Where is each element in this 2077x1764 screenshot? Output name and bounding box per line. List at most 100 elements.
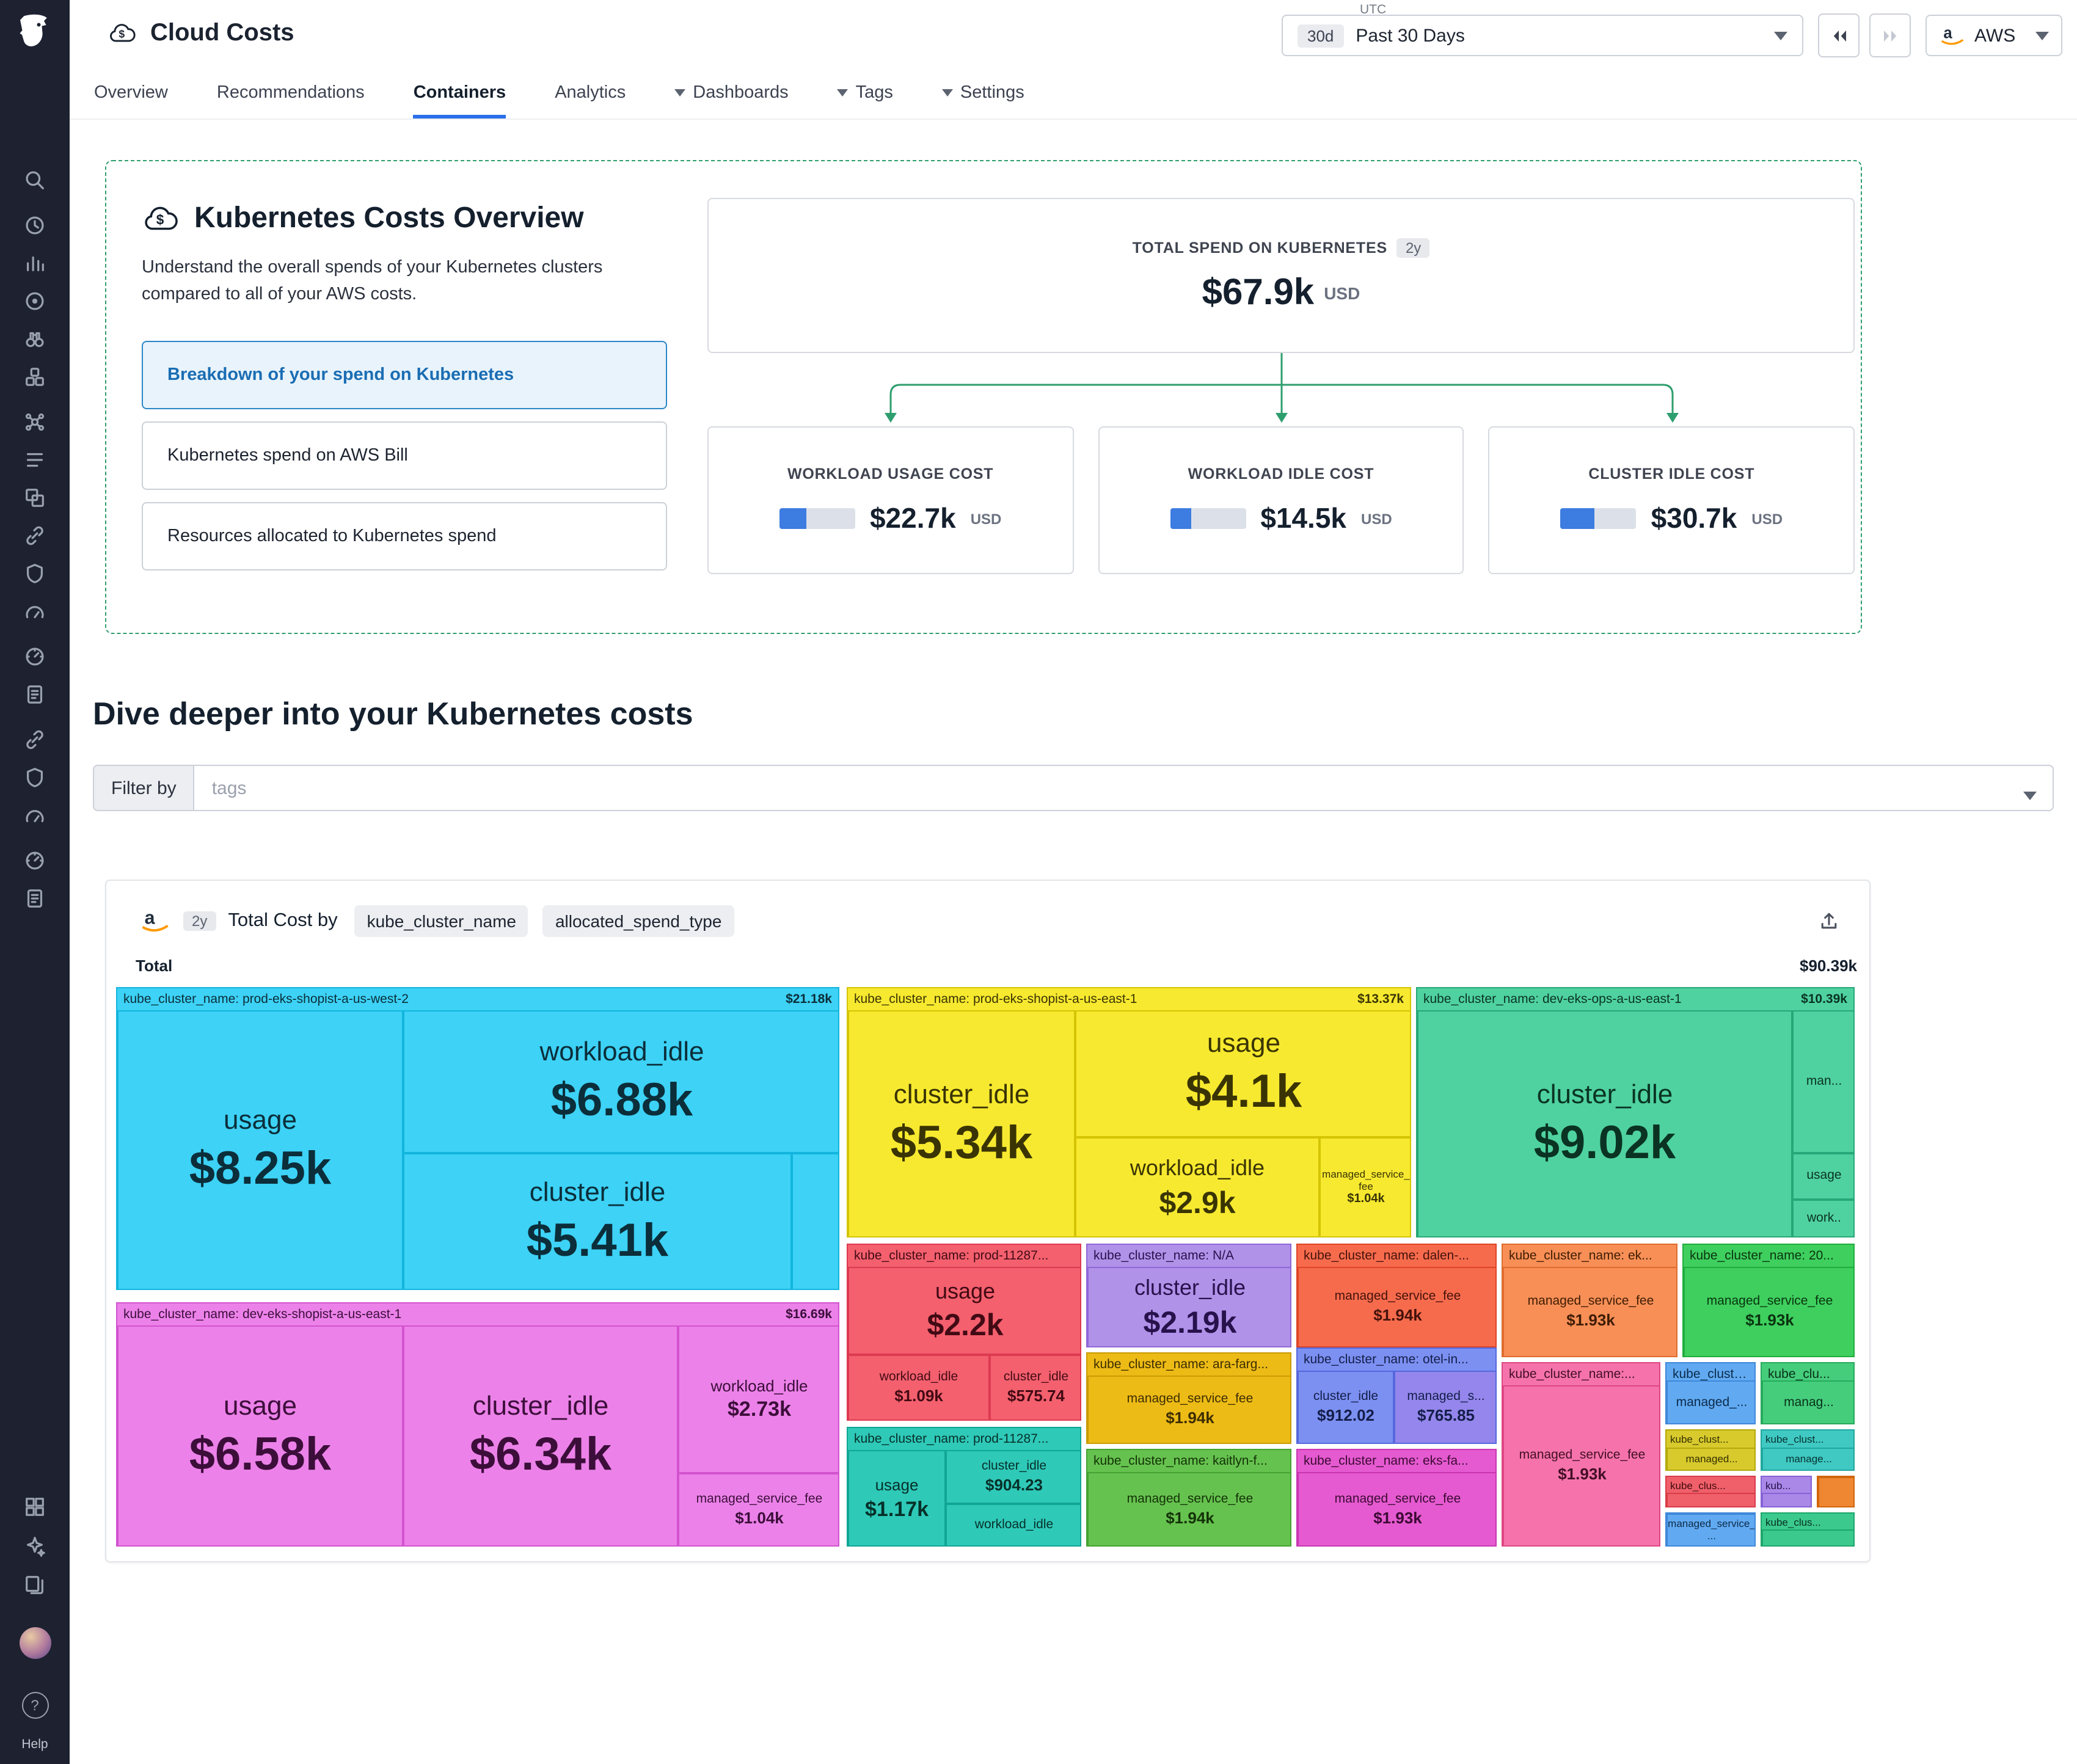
link-icon-2[interactable] — [23, 728, 46, 751]
treemap-cell-cluster-idle[interactable]: cluster_idle$904.23 — [946, 1450, 1081, 1504]
treemap-cell-usage[interactable]: usage$8.25k — [117, 1010, 403, 1290]
provider-select[interactable]: a AWS — [1926, 15, 2062, 56]
infrastructure-icon[interactable] — [23, 327, 46, 351]
treemap-group-header[interactable]: kube_cluster_name: prod-11287... — [848, 1428, 1080, 1449]
treemap-cell[interactable] — [1762, 1529, 1855, 1547]
link-icon[interactable] — [23, 524, 46, 547]
treemap-cell-managed[interactable]: managed... — [1666, 1448, 1756, 1471]
metrics-icon[interactable] — [23, 252, 46, 275]
groupby-pill-kube-cluster-name[interactable]: kube_cluster_name — [355, 905, 528, 937]
export-icon[interactable] — [1818, 910, 1840, 932]
treemap-group-header[interactable]: kube_cluster_name: ara-farg... — [1087, 1354, 1290, 1374]
blocks-icon[interactable] — [23, 1495, 46, 1518]
treemap-cell-managed-service-fee[interactable]: managed_service_fee$1.04k — [678, 1473, 839, 1547]
watchdog-icon[interactable] — [23, 290, 46, 313]
groupby-pill-allocated-spend-type[interactable]: allocated_spend_type — [543, 905, 734, 937]
help-icon[interactable]: ? — [21, 1692, 48, 1719]
treemap-cell-managed-s[interactable]: managed_s...$765.85 — [1394, 1371, 1497, 1444]
treemap-cell-usage[interactable]: usage — [1792, 1153, 1855, 1200]
treemap-cell-manage[interactable]: manage... — [1762, 1448, 1855, 1471]
copy-icon[interactable] — [23, 1573, 46, 1597]
treemap-cell-usage[interactable]: usage$1.17k — [848, 1450, 946, 1547]
gauge-icon[interactable] — [23, 600, 46, 623]
treemap-group-header[interactable]: kube_cluster_name: dalen-... — [1298, 1245, 1495, 1266]
user-avatar[interactable] — [19, 1627, 51, 1659]
shield-icon-2[interactable] — [23, 766, 46, 789]
treemap-group-header[interactable]: kube_cluster_name: N/A — [1087, 1245, 1290, 1266]
history-icon[interactable] — [23, 214, 46, 237]
tags-filter-input[interactable] — [194, 765, 2054, 811]
treemap-cell-man[interactable]: man... — [1792, 1010, 1855, 1153]
treemap-cell-usage[interactable]: usage$4.1k — [1075, 1010, 1411, 1137]
gauge-icon-2[interactable] — [23, 804, 46, 827]
treemap-cell-cluster-idle[interactable]: cluster_idle$575.74 — [990, 1355, 1081, 1421]
treemap-cell-usage[interactable]: usage$6.58k — [117, 1325, 403, 1547]
treemap-cell-cluster-idle[interactable]: cluster_idle$5.41k — [403, 1153, 792, 1290]
treemap-group-header[interactable]: kub... — [1762, 1477, 1811, 1493]
treemap-cell-manag[interactable]: manag... — [1762, 1380, 1855, 1424]
treemap-cell-managed[interactable]: managed_... — [1666, 1380, 1756, 1424]
tab-overview[interactable]: Overview — [94, 67, 168, 118]
treemap-cell-cluster-idle[interactable]: cluster_idle$5.34k — [848, 1010, 1075, 1237]
treemap-cell-workload-idle[interactable]: workload_idle$2.73k — [678, 1325, 839, 1473]
treemap-group-header[interactable]: kube_clust... — [1666, 1431, 1754, 1446]
treemap-cell-managed-service-fee[interactable]: managed_service_fee$1.93k — [1503, 1267, 1677, 1357]
option-breakdown-of-your-spend-on-kubernetes[interactable]: Breakdown of your spend on Kubernetes — [142, 340, 667, 409]
sparkles-icon[interactable] — [23, 1534, 46, 1558]
jump-back-button[interactable] — [1818, 13, 1860, 57]
treemap-cell-cluster-idle[interactable]: cluster_idle$2.19k — [1087, 1267, 1291, 1347]
tab-containers[interactable]: Containers — [414, 67, 506, 118]
treemap-group-header[interactable]: kube_cluster_name: kaitlyn-f... — [1087, 1450, 1290, 1471]
treemap-group-header[interactable]: kube_clus... — [1666, 1477, 1754, 1493]
treemap-group-header[interactable]: kube_cluster_name: prod-eks-shopist-a-us… — [848, 988, 1410, 1009]
treemap-cell-workload-idle[interactable]: workload_idle$2.9k — [1075, 1137, 1320, 1237]
shield-icon[interactable] — [23, 562, 46, 585]
treemap-cell-managed-service-fee[interactable]: managed_service_fee$1.93k — [1298, 1472, 1497, 1547]
treemap-group-header[interactable]: kube_clus... — [1762, 1514, 1853, 1529]
time-range-select[interactable]: 30d Past 30 Days — [1282, 15, 1803, 56]
tab-tags[interactable]: Tags — [838, 67, 893, 118]
treemap-cell-managed-service-fee[interactable]: managed_service_fee$1.94k — [1298, 1267, 1497, 1347]
treemap-cell-managed-service-fee[interactable]: managed_service_fee$1.93k — [1684, 1267, 1855, 1357]
treemap-group-header[interactable]: kube_cluster_name: prod-eks-shopist-a-us… — [117, 988, 838, 1009]
treemap-cell-managed-service[interactable]: managed_service_... — [1666, 1514, 1756, 1547]
treemap-cell-work[interactable]: work.. — [1792, 1200, 1855, 1237]
chevron-down-icon[interactable] — [2023, 784, 2037, 806]
treemap-cell[interactable] — [1818, 1477, 1855, 1507]
treemap-cell-workload-idle[interactable]: workload_idle$1.09k — [848, 1355, 990, 1421]
logs-icon[interactable] — [23, 448, 46, 472]
treemap-group-header[interactable]: kube_cluster_name: ek... — [1503, 1245, 1676, 1266]
treemap-cell-managed-service-fee[interactable]: managed_service_fee$1.94k — [1087, 1376, 1291, 1444]
tab-recommendations[interactable]: Recommendations — [217, 67, 365, 118]
treemap-group-header[interactable]: kube_cluster_name: otel-in... — [1298, 1349, 1495, 1369]
ci-icon[interactable] — [23, 486, 46, 509]
treemap-cell-managed-service-fee[interactable]: managed_service_fee$1.04k — [1320, 1137, 1411, 1237]
treemap-cell[interactable] — [792, 1153, 839, 1290]
treemap-cell[interactable] — [1762, 1493, 1812, 1507]
treemap-group-header[interactable]: kube_cluster_name: eks-fa... — [1298, 1450, 1495, 1471]
treemap-group-header[interactable]: kube_cluster_name: dev-eks-ops-a-us-east… — [1417, 988, 1853, 1009]
treemap-cell-managed-service-fee[interactable]: managed_service_fee$1.93k — [1503, 1385, 1660, 1547]
search-icon[interactable] — [23, 169, 46, 192]
treemap-cell-cluster-idle[interactable]: cluster_idle$912.02 — [1298, 1371, 1394, 1444]
treemap-cell-workload-idle[interactable]: workload_idle$6.88k — [403, 1010, 839, 1153]
monitors-icon[interactable] — [23, 645, 46, 668]
treemap-group-header[interactable]: kube_cluster_name:... — [1503, 1363, 1659, 1384]
treemap-cell-managed-service-fee[interactable]: managed_service_fee$1.94k — [1087, 1472, 1291, 1547]
notebooks-icon[interactable] — [23, 683, 46, 706]
jump-forward-button[interactable] — [1869, 13, 1911, 57]
integrations-icon[interactable] — [23, 365, 46, 388]
option-kubernetes-spend-on-aws-bill[interactable]: Kubernetes spend on AWS Bill — [142, 421, 667, 489]
treemap-cell-cluster-idle[interactable]: cluster_idle$9.02k — [1417, 1010, 1792, 1237]
tab-dashboards[interactable]: Dashboards — [674, 67, 788, 118]
option-resources-allocated-to-kubernetes-spend[interactable]: Resources allocated to Kubernetes spend — [142, 501, 667, 570]
treemap-group-header[interactable]: kube_cluster_name: dev-eks-shopist-a-us-… — [117, 1303, 838, 1324]
treemap-group-header[interactable]: kube_clust... — [1762, 1431, 1853, 1446]
treemap-cell[interactable] — [1666, 1493, 1756, 1507]
datadog-logo[interactable] — [14, 10, 56, 51]
treemap-cell-usage[interactable]: usage$2.2k — [848, 1267, 1081, 1355]
treemap-cell-cluster-idle[interactable]: cluster_idle$6.34k — [403, 1325, 678, 1547]
tab-analytics[interactable]: Analytics — [555, 67, 626, 118]
apm-icon[interactable] — [23, 410, 46, 434]
monitors-icon-2[interactable] — [23, 849, 46, 872]
